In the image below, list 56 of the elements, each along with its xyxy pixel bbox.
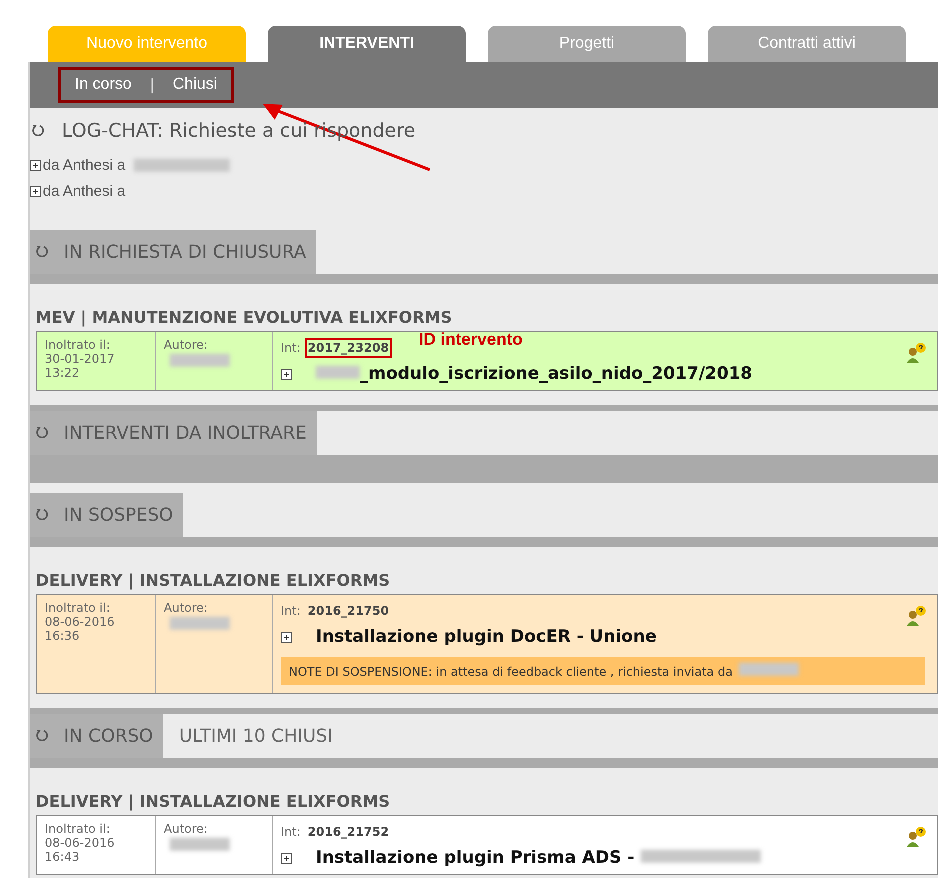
task-id: 2017_23208 <box>304 338 392 358</box>
section-tab[interactable]: INTERVENTI DA INOLTRARE <box>30 411 317 455</box>
refresh-icon[interactable] <box>36 245 50 259</box>
task-title[interactable]: _modulo_iscrizione_asilo_nido_2017/2018 <box>316 364 752 384</box>
suspension-note: NOTE DI SOSPENSIONE: in attesa di feedback cliente , richiesta inviata da <box>281 657 925 685</box>
refresh-icon[interactable] <box>36 729 50 743</box>
sent-label: Inoltrato il: <box>45 601 112 615</box>
nav-tab[interactable]: Contratti attivi <box>708 26 906 62</box>
author-label: Autore: <box>164 338 209 352</box>
chat-entry[interactable]: da Anthesi a <box>43 156 126 174</box>
redacted-author <box>170 617 230 630</box>
id-label: Int: <box>281 341 301 355</box>
task-title[interactable]: Installazione plugin DocER - Unione <box>316 627 657 647</box>
expand-icon[interactable] <box>281 852 292 864</box>
annotation-label: ID intervento <box>419 330 523 350</box>
refresh-icon[interactable] <box>32 124 46 138</box>
redacted-author <box>170 354 230 367</box>
section-tab[interactable]: IN SOSPESO <box>30 493 184 537</box>
separator: | <box>150 76 155 94</box>
refresh-icon[interactable] <box>36 426 50 440</box>
group-title: DELIVERY | INSTALLAZIONE ELIXFORMS <box>36 571 392 590</box>
group-title: DELIVERY | INSTALLAZIONE ELIXFORMS <box>36 792 392 811</box>
chat-entry[interactable]: da Anthesi a <box>43 182 126 200</box>
section-tab[interactable]: IN CORSO <box>30 714 164 758</box>
sent-date: 30-01-2017 <box>45 352 116 366</box>
expand-icon[interactable] <box>281 368 292 380</box>
user-question-icon[interactable] <box>905 826 927 848</box>
subnav-link[interactable]: In corso <box>75 76 132 94</box>
user-question-icon[interactable] <box>905 605 927 627</box>
task-id: 2016_21752 <box>306 824 390 841</box>
sent-label: Inoltrato il: <box>45 822 112 836</box>
sent-time: 16:36 <box>45 629 81 643</box>
user-question-icon[interactable] <box>905 342 927 364</box>
group-title: MEV | MANUTENZIONE EVOLUTIVA ELIXFORMS <box>36 308 454 327</box>
refresh-icon[interactable] <box>36 508 50 522</box>
author-label: Autore: <box>164 601 209 615</box>
sent-label: Inoltrato il: <box>45 338 112 352</box>
section-tab[interactable]: IN RICHIESTA DI CHIUSURA <box>30 230 316 274</box>
redacted-author <box>170 838 230 851</box>
id-label: Int: <box>281 825 301 839</box>
nav-tab[interactable]: INTERVENTI <box>268 26 466 62</box>
subnav-link[interactable]: Chiusi <box>172 76 218 94</box>
author-label: Autore: <box>164 822 209 836</box>
nav-tab[interactable]: Progetti <box>488 26 686 62</box>
redacted-name <box>738 663 799 676</box>
task-id: 2016_21750 <box>306 603 390 620</box>
sent-date: 08-06-2016 <box>45 836 116 850</box>
task-title[interactable]: Installazione plugin Prisma ADS - <box>316 848 761 868</box>
sent-time: 13:22 <box>45 366 81 380</box>
expand-icon[interactable] <box>30 160 41 170</box>
expand-icon[interactable] <box>281 632 292 642</box>
expand-icon[interactable] <box>30 186 41 196</box>
id-label: Int: <box>281 604 301 618</box>
section-tab[interactable]: ULTIMI 10 CHIUSI <box>173 714 343 758</box>
sent-date: 08-06-2016 <box>45 615 116 629</box>
sent-time: 16:43 <box>45 850 81 864</box>
